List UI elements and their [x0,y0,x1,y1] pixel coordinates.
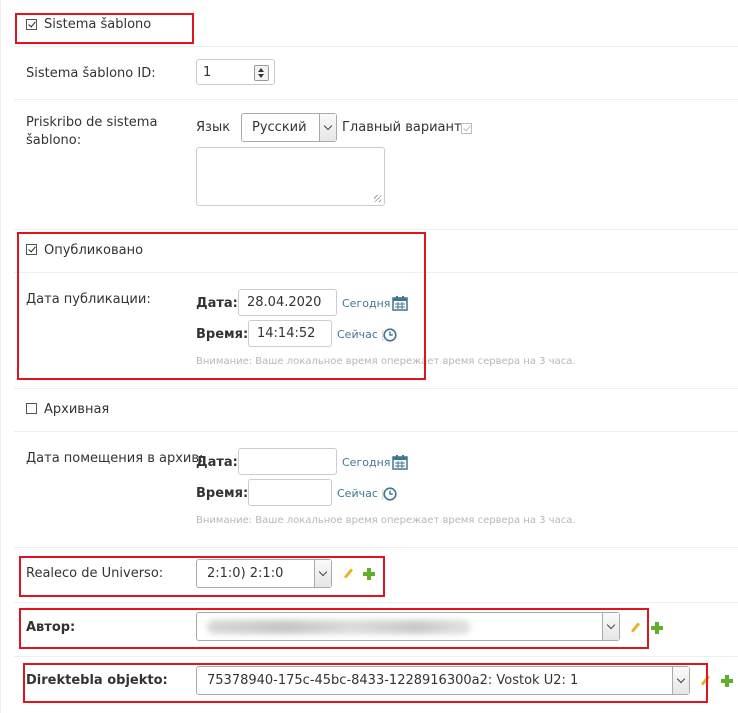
number-spinner[interactable] [254,65,269,81]
description-label-line1: Priskribo de sistema [26,115,158,130]
calendar-icon[interactable] [392,295,408,311]
publish-time-field-label: Время: [196,327,249,342]
archive-time-input[interactable] [248,479,332,506]
language-select[interactable]: Русский [241,113,337,142]
spin-up-icon[interactable] [258,68,264,72]
universe-label: Realeco de Universo: [26,566,164,581]
resize-handle-icon[interactable] [374,195,381,202]
row-divider [14,272,738,273]
clock-icon[interactable] [383,328,397,342]
archive-timezone-note: Внимание: Ваше локальное время опережает… [196,515,576,526]
description-textarea[interactable] [196,147,385,206]
left-border [0,0,1,713]
archive-time-field-label: Время: [196,486,249,501]
author-label: Автор: [26,620,76,635]
main-variant-label: Главный вариант [342,120,462,135]
edit-universe-pencil-icon[interactable] [343,568,354,579]
row-divider [14,388,738,389]
edit-direct-object-pencil-icon[interactable] [700,675,711,686]
archive-today-link-text[interactable]: Сегодня [342,456,390,469]
row-divider [14,431,738,432]
row-divider [14,547,738,548]
publish-today-link[interactable]: Сегодня| [342,297,397,310]
calendar-icon[interactable] [392,454,408,470]
archive-date-field-label: Дата: [196,455,238,470]
system-template-id-value: 1 [203,64,212,80]
row-divider [14,229,738,230]
publish-date-field-label: Дата: [196,296,238,311]
clock-icon[interactable] [383,487,397,501]
chevron-down-icon[interactable] [602,613,619,640]
archived-checkbox-label: Архивная [44,402,110,417]
direct-object-select-value: 75378940-175c-45bc-8433-1228916300a2: Vo… [207,673,579,688]
language-label: Язык [196,120,231,135]
publish-date-label: Дата публикации: [26,292,151,307]
main-variant-checkbox[interactable] [461,123,472,134]
add-direct-object-plus-icon[interactable] [721,675,733,687]
archive-now-link[interactable]: Сейчас | [337,487,385,500]
published-checkbox-label: Опубликовано [44,243,144,258]
system-template-id-label: Sistema šablono ID: [26,66,156,81]
chevron-down-icon[interactable] [672,667,689,694]
publish-date-value: 28.04.2020 [247,295,322,310]
author-select[interactable] [196,612,620,641]
publish-timezone-note: Внимание: Ваше локальное время опережает… [196,356,576,367]
system-template-checkbox[interactable] [26,19,37,30]
direct-object-label: Direktebla objekto: [26,673,168,688]
row-divider [14,602,738,603]
description-label-line2: šablono: [26,133,82,148]
chevron-down-icon[interactable] [319,114,336,141]
chevron-down-icon[interactable] [314,560,331,587]
spin-down-icon[interactable] [258,74,264,78]
archive-date-input[interactable] [238,448,337,475]
publish-time-value: 14:14:52 [257,326,316,341]
publish-now-link-text[interactable]: Сейчас [337,328,378,341]
archive-today-link[interactable]: Сегодня| [342,456,397,469]
publish-time-input[interactable]: 14:14:52 [248,320,332,347]
row-divider [14,656,738,657]
universe-select[interactable]: 2:1:0) 2:1:0 [196,559,332,588]
row-divider [14,46,738,47]
system-template-id-input[interactable]: 1 [196,59,275,85]
published-checkbox[interactable] [26,244,37,255]
author-redacted-value [207,620,471,634]
archive-now-link-text[interactable]: Сейчас [337,487,378,500]
edit-author-pencil-icon[interactable] [630,622,641,633]
archive-date-label: Дата помещения в архив: [26,451,204,466]
language-select-value: Русский [252,120,307,135]
system-template-checkbox-label: Sistema šablono [44,17,152,32]
add-author-plus-icon[interactable] [651,622,663,634]
add-universe-plus-icon[interactable] [363,568,375,580]
publish-today-link-text[interactable]: Сегодня [342,297,390,310]
direct-object-select[interactable]: 75378940-175c-45bc-8433-1228916300a2: Vo… [196,666,690,695]
row-divider [14,99,738,100]
archived-checkbox[interactable] [26,403,37,414]
publish-date-input[interactable]: 28.04.2020 [238,289,337,316]
publish-now-link[interactable]: Сейчас | [337,328,385,341]
universe-select-value: 2:1:0) 2:1:0 [207,566,284,581]
